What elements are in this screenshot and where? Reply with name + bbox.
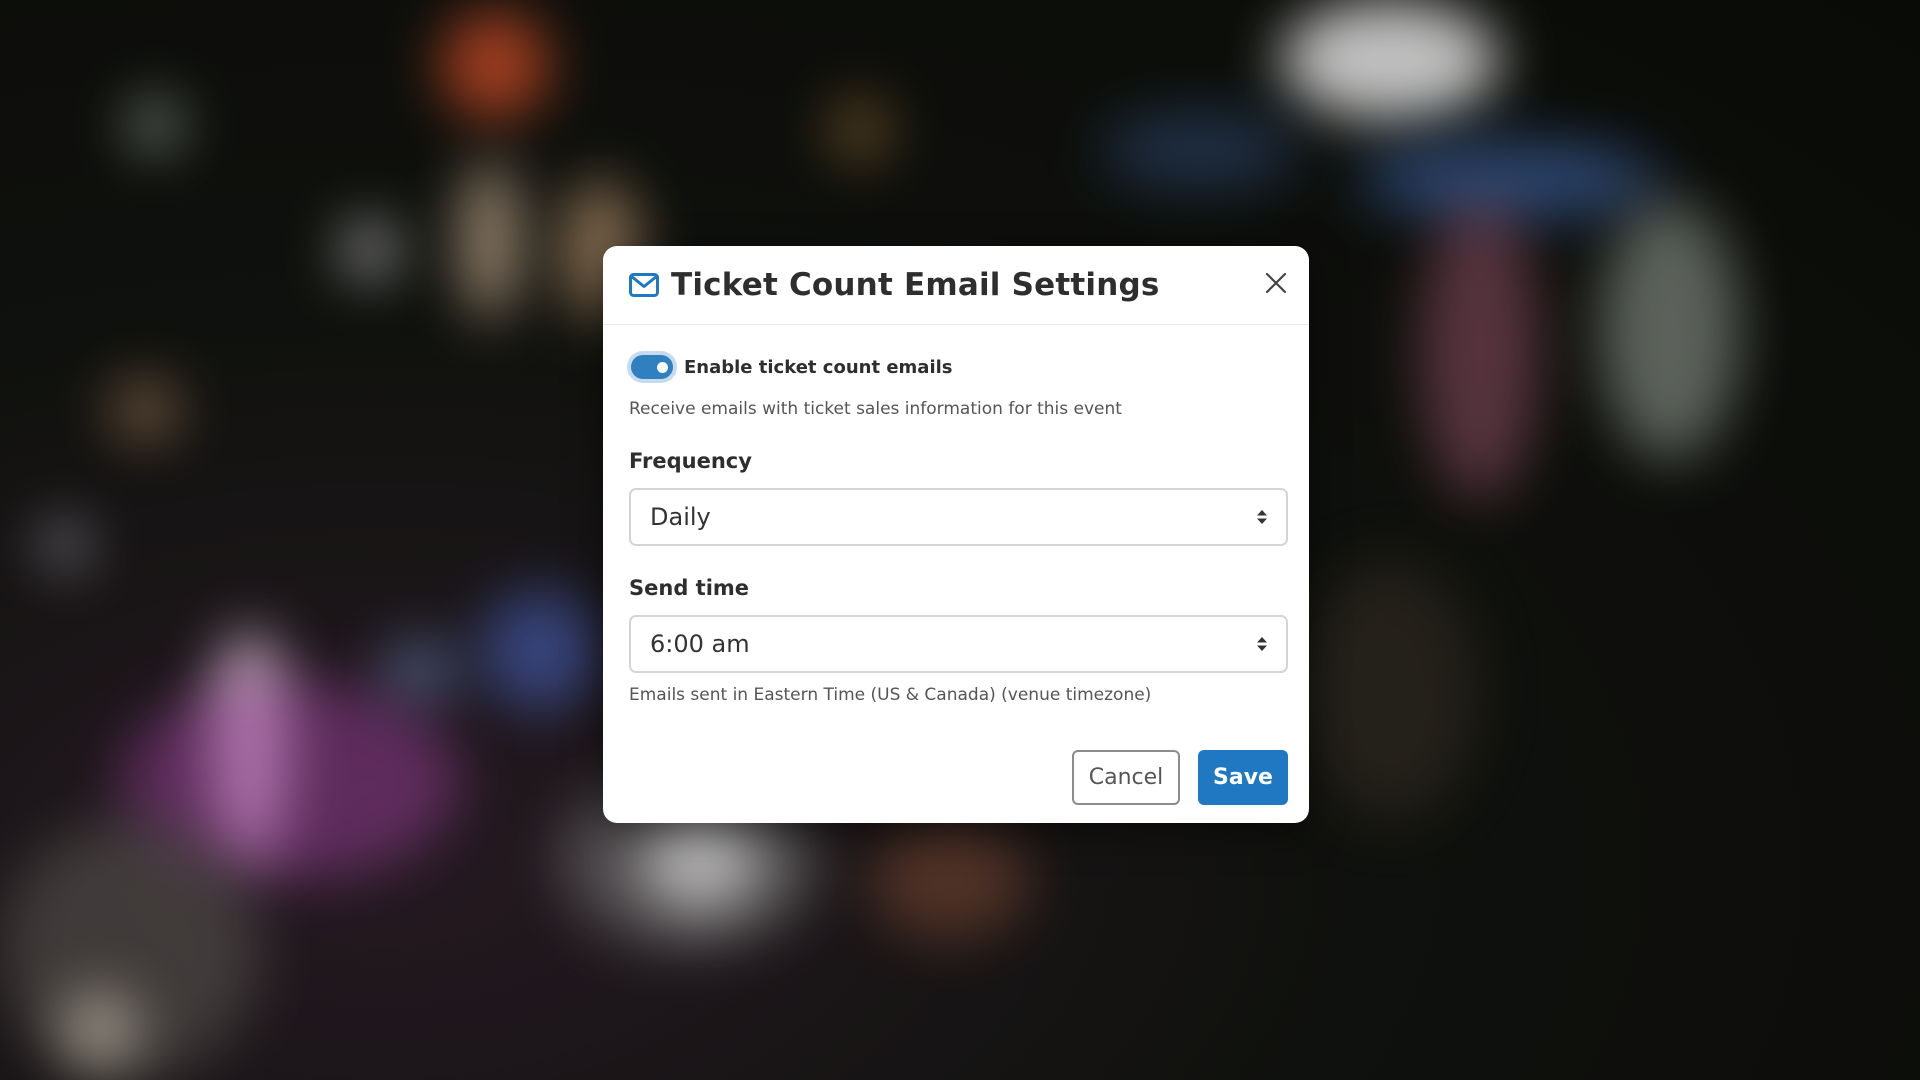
send-time-label: Send time (629, 576, 750, 600)
select-arrows-icon (1256, 635, 1268, 653)
dialog-title: Ticket Count Email Settings (671, 267, 1160, 303)
enable-emails-help: Receive emails with ticket sales informa… (629, 399, 1122, 419)
dialog-footer: Cancel Save (1072, 750, 1288, 805)
close-icon[interactable] (1265, 272, 1287, 298)
dialog-body: Enable ticket count emails Receive email… (603, 355, 1309, 705)
enable-emails-label[interactable]: Enable ticket count emails (684, 357, 953, 378)
save-button[interactable]: Save (1198, 750, 1288, 805)
timezone-help: Emails sent in Eastern Time (US & Canada… (629, 685, 1152, 705)
frequency-value: Daily (650, 503, 711, 531)
send-time-value: 6:00 am (650, 630, 750, 658)
close-button[interactable] (1261, 270, 1291, 300)
email-settings-dialog: Ticket Count Email Settings Enable ticke… (603, 246, 1309, 823)
select-arrows-icon (1256, 508, 1268, 526)
cancel-button[interactable]: Cancel (1072, 750, 1180, 805)
enable-emails-toggle[interactable] (631, 355, 673, 379)
frequency-select[interactable]: Daily (629, 488, 1288, 546)
toggle-knob (657, 362, 668, 373)
dialog-header: Ticket Count Email Settings (603, 246, 1309, 325)
send-time-select[interactable]: 6:00 am (629, 615, 1288, 673)
enable-emails-row: Enable ticket count emails (629, 355, 1288, 379)
mail-icon (629, 273, 659, 297)
frequency-label: Frequency (629, 449, 752, 473)
